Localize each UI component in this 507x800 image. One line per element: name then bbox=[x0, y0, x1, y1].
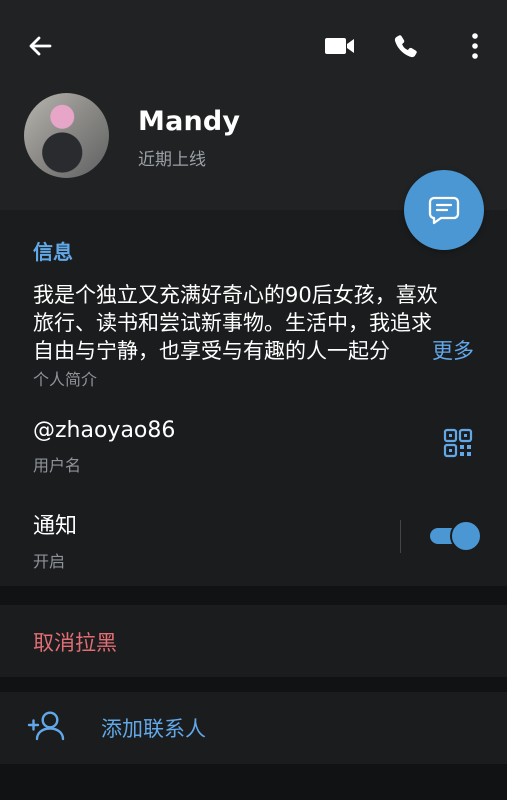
voice-call-button[interactable] bbox=[384, 24, 428, 68]
arrow-left-icon bbox=[29, 36, 52, 56]
info-heading: 信息 bbox=[33, 240, 73, 264]
back-button[interactable] bbox=[18, 24, 62, 68]
toggle-thumb bbox=[450, 520, 482, 552]
message-bubble-icon bbox=[428, 196, 460, 225]
add-contact-button[interactable]: 添加联系人 bbox=[101, 713, 206, 743]
avatar[interactable] bbox=[24, 93, 109, 178]
more-vertical-icon bbox=[472, 33, 478, 59]
notifications-label: 通知 bbox=[33, 514, 78, 539]
notifications-state: 开启 bbox=[33, 552, 66, 571]
online-status: 近期上线 bbox=[138, 150, 206, 170]
bio-line: 我是个独立又充满好奇心的90后女孩，喜欢 bbox=[33, 283, 438, 307]
bio-text: 我是个独立又充满好奇心的90后女孩，喜欢 旅行、读书和尝试新事物。生活中，我追求… bbox=[33, 281, 476, 365]
bio-line: 旅行、读书和尝试新事物。生活中，我追求 bbox=[33, 311, 432, 335]
bio-label: 个人简介 bbox=[33, 370, 98, 389]
message-button[interactable] bbox=[404, 170, 484, 250]
qr-code-icon bbox=[443, 428, 473, 458]
notifications-toggle[interactable] bbox=[430, 520, 482, 552]
add-contact-section bbox=[0, 692, 507, 764]
username[interactable]: @zhaoyao86 bbox=[33, 418, 175, 443]
more-link[interactable]: 更多 bbox=[432, 335, 474, 365]
more-options-button[interactable] bbox=[455, 24, 495, 68]
unblock-button[interactable]: 取消拉黑 bbox=[33, 627, 117, 657]
contact-name: Mandy bbox=[138, 106, 241, 137]
vertical-divider bbox=[400, 520, 401, 553]
username-label: 用户名 bbox=[33, 456, 82, 475]
qr-code-button[interactable] bbox=[441, 426, 475, 460]
video-camera-icon bbox=[325, 38, 354, 54]
person-add-icon[interactable] bbox=[26, 708, 66, 746]
video-call-button[interactable] bbox=[318, 24, 362, 68]
phone-icon bbox=[394, 35, 417, 58]
